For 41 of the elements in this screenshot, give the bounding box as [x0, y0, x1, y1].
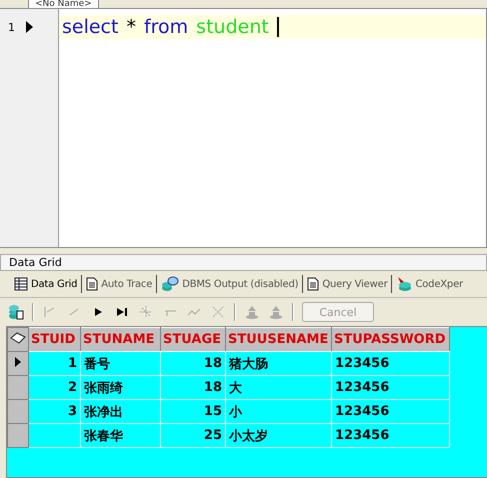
sql-editor[interactable]: 1 select * from student: [0, 8, 487, 248]
table-cell: 张净出: [80, 400, 160, 424]
table-cell: 123456: [332, 376, 450, 400]
panel-title: Data Grid: [9, 256, 62, 269]
row-indicator[interactable]: [8, 352, 28, 376]
table-cell: 123456: [332, 424, 450, 448]
table-cell: 小太岁: [226, 424, 332, 448]
table-cell: 3: [28, 400, 80, 424]
code-token: *: [126, 16, 136, 38]
table-cell: 123456: [332, 352, 450, 376]
table-cell: [28, 424, 80, 448]
line-number: 1: [8, 20, 15, 34]
document-icon: [307, 277, 320, 291]
table-cell: 小: [226, 400, 332, 424]
tab[interactable]: Query Viewer: [305, 277, 390, 291]
table-cell: 1: [28, 352, 80, 376]
table-cell: 123456: [332, 400, 450, 424]
table-cell: 2: [28, 376, 80, 400]
text-cursor: [276, 17, 279, 37]
tab[interactable]: Data Grid: [12, 277, 80, 291]
table-cell: 猪大肠: [226, 352, 332, 376]
tab[interactable]: Auto Trace: [84, 277, 154, 291]
table-cell: 25: [160, 424, 226, 448]
code-token: select: [62, 16, 118, 38]
database-icon: [396, 276, 412, 292]
document-icon: [86, 277, 98, 291]
table-cell: 番号: [80, 352, 160, 376]
table-cell: 张春华: [80, 424, 160, 448]
table-cell: 大: [226, 376, 332, 400]
current-row-icon: [15, 357, 21, 367]
code-token: student: [196, 16, 269, 38]
tab[interactable]: DBMS Output (disabled): [159, 276, 300, 292]
table-cell: 张雨绮: [80, 376, 160, 400]
code-token: from: [144, 16, 188, 38]
tab[interactable]: CodeXper: [394, 276, 465, 292]
table-cell: 18: [160, 352, 226, 376]
database-icon[interactable]: [8, 304, 24, 320]
grid-icon: [14, 277, 28, 291]
table-cell: 15: [160, 400, 226, 424]
table-cell: 18: [160, 376, 226, 400]
database-icon: [161, 276, 180, 292]
